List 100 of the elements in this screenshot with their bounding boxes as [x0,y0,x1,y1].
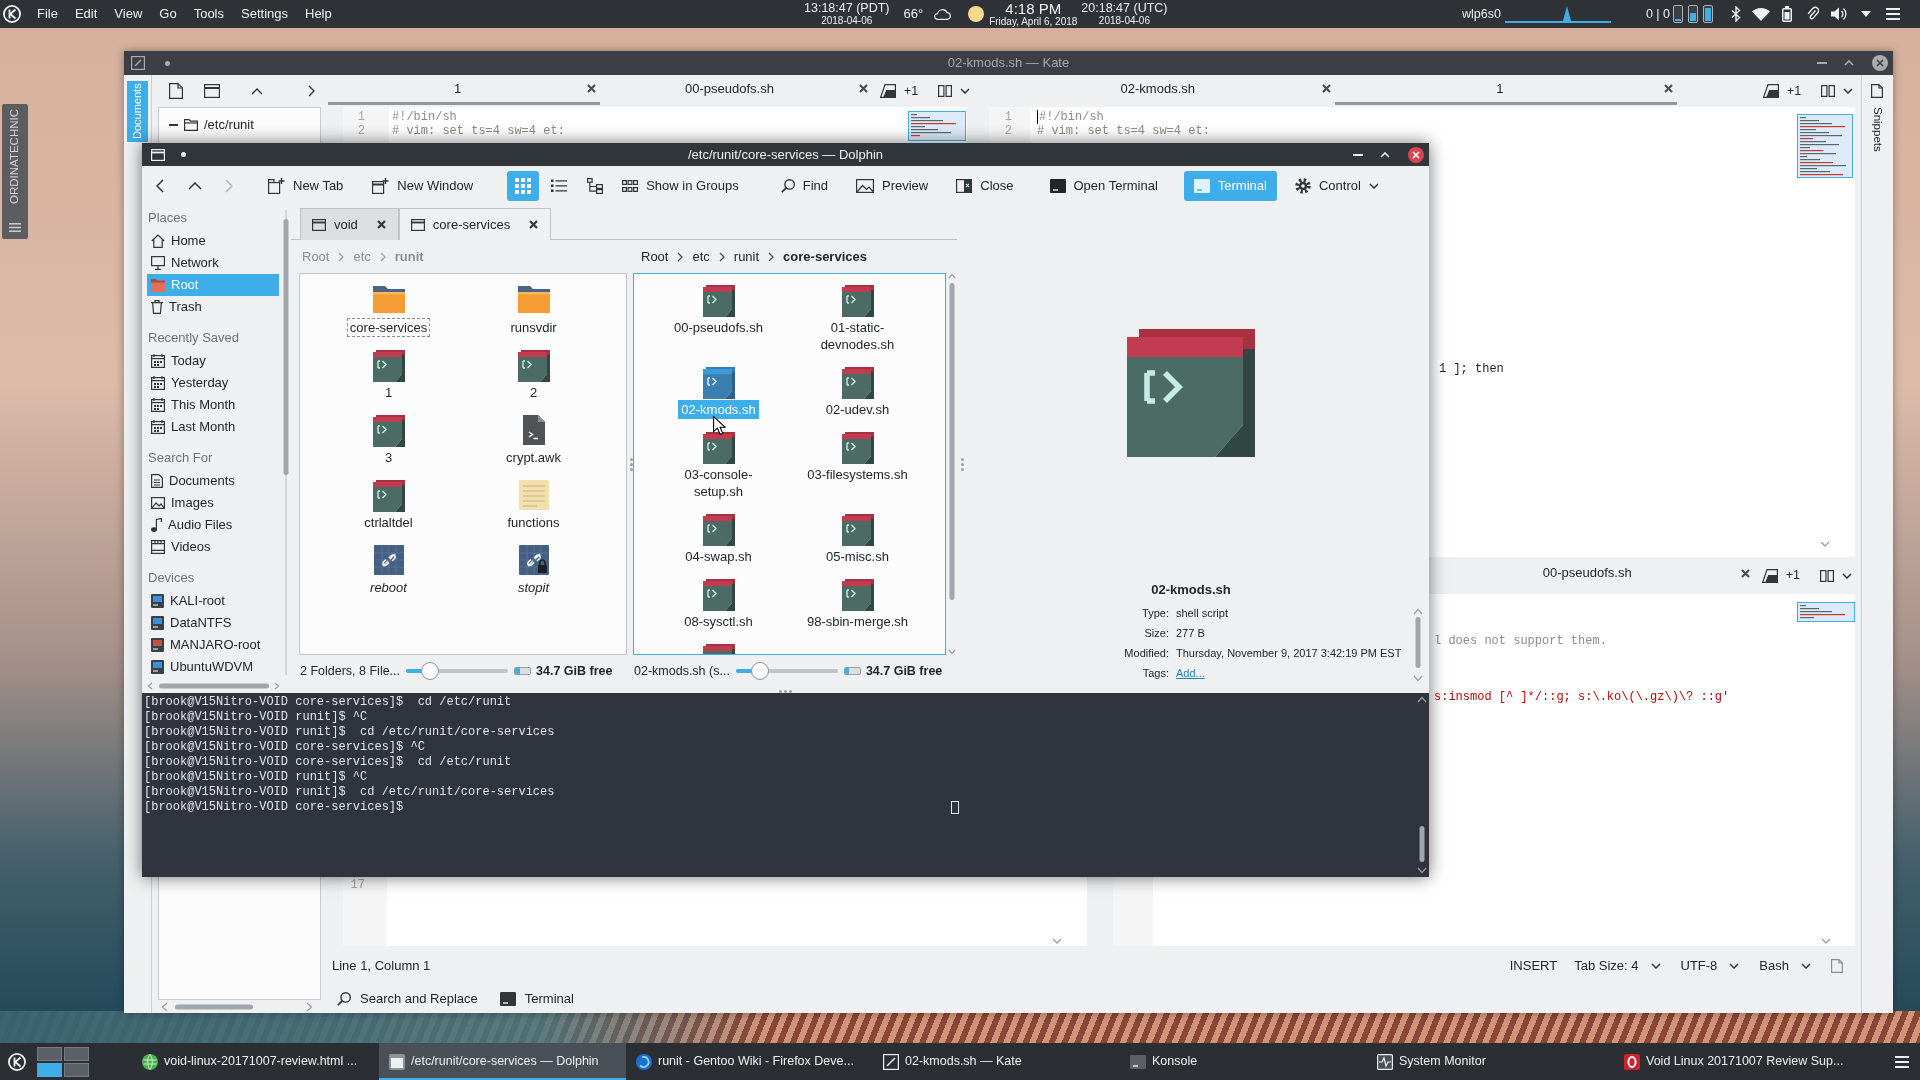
task-button[interactable]: void-linux-20171007-review.html ... [132,1043,379,1080]
chevron-down-icon[interactable] [960,88,971,94]
file-name[interactable]: functions [504,513,563,532]
new-document-icon[interactable] [169,83,183,99]
file-name[interactable]: 98-sbin-merge.sh [803,612,912,631]
chevron-right-icon[interactable] [308,85,315,97]
more-tabs-button[interactable]: +1 [1785,568,1800,583]
zoom-slider[interactable] [406,662,509,680]
file-name[interactable]: 1 [381,383,396,402]
tab[interactable]: 02-kmods.sh [993,75,1336,105]
menu-item[interactable]: Help [305,6,332,22]
script-icon[interactable] [841,432,874,464]
file-name[interactable]: 03-filesystems.sh [804,465,911,484]
file-name[interactable]: crypt.awk [503,448,564,467]
slider-handle[interactable] [421,662,440,680]
tab[interactable]: void [300,208,399,240]
slanted-page-icon[interactable] [1761,568,1778,583]
wifi-icon[interactable] [1752,7,1771,21]
logo-icon[interactable] [8,1052,26,1071]
columns-icon[interactable] [1820,569,1834,582]
dot-icon[interactable] [165,60,170,66]
file-name[interactable]: reboot [367,578,410,597]
slanted-page-icon[interactable] [1763,84,1779,98]
scrollbar[interactable] [948,273,956,655]
window-icon[interactable] [204,84,220,98]
caret-icon[interactable] [1861,11,1872,17]
places-item[interactable]: Trash [147,296,279,318]
file-name[interactable]: 02-udev.sh [822,400,893,419]
grip-icon[interactable] [961,457,964,471]
folder-icon[interactable] [372,285,405,313]
zoom-slider[interactable] [735,662,838,680]
script-icon[interactable] [841,514,874,546]
breadcrumb-item[interactable]: runit [733,249,760,265]
close-icon[interactable] [1408,146,1424,163]
toolbar-button[interactable]: Preview [850,170,935,201]
link-icon[interactable] [373,545,404,575]
dropdown-button[interactable]: UTF-8 [1680,957,1740,974]
desktop-thumbnail[interactable] [37,1046,62,1061]
file-name[interactable]: core-services [346,318,431,337]
toolbar-button[interactable]: New Window [366,170,480,201]
task-button[interactable]: /etc/runit/core-services — Dolphin [379,1043,626,1080]
file-name[interactable]: stopit [514,578,553,597]
close-icon[interactable] [1322,84,1332,93]
task-button[interactable]: Void Linux 20171007 Review Sup... [1614,1043,1861,1080]
task-button[interactable]: System Monitor [1367,1043,1614,1080]
prompt-file-icon[interactable] [522,415,545,445]
minimize-icon[interactable] [1353,153,1363,156]
file-name[interactable]: 05-misc.sh [823,547,892,566]
file-name[interactable]: 2 [526,383,541,402]
desktop-thumbnail[interactable] [37,1062,62,1077]
places-item[interactable]: This Month [147,394,279,416]
script-icon[interactable] [517,350,550,382]
file-name[interactable]: ctrlaltdel [361,513,416,532]
battery-icon[interactable] [1782,6,1793,22]
menu-item[interactable]: View [114,6,143,22]
places-item[interactable]: Images [147,492,279,514]
document-icon[interactable] [1831,958,1843,973]
file-name[interactable]: 04-swap.sh [682,547,755,566]
script-icon[interactable] [702,644,735,654]
sidebar-tab[interactable]: Snippets [1866,84,1889,156]
scrollbar[interactable] [282,210,290,675]
places-item[interactable]: Home [147,230,279,252]
menu-item[interactable]: Go [159,6,177,22]
scrollbar[interactable] [161,1002,313,1012]
menu-item[interactable]: File [37,6,58,22]
more-tabs-button[interactable]: +1 [1787,83,1802,99]
script-icon[interactable] [702,432,735,464]
file-name[interactable]: 08-sysctl.sh [681,612,756,631]
menu-icon[interactable] [1886,8,1901,20]
task-button[interactable]: Konsole [1120,1043,1367,1080]
minimap-drawing[interactable] [1796,602,1855,622]
scrollbar[interactable] [1413,608,1423,682]
chevron-down-icon[interactable] [1843,88,1854,94]
tool-view-button[interactable]: Terminal [495,991,578,1007]
file-name[interactable]: runsvdir [507,318,560,337]
script-icon[interactable] [372,350,405,382]
menu-item[interactable]: Settings [241,6,288,22]
desktop-thumbnail[interactable] [64,1046,89,1061]
tab[interactable]: 00-pseudofs.sh [600,75,872,105]
tags-link[interactable]: Add... [1176,663,1205,683]
places-item[interactable]: Network [147,252,279,274]
script-icon[interactable] [841,579,874,611]
tab[interactable]: core-services [398,208,552,240]
places-item[interactable]: Documents [147,470,279,492]
edit-mode[interactable]: INSERT [1509,957,1558,974]
places-item[interactable]: Yesterday [147,372,279,394]
toolbar-button[interactable]: Show in Groups [616,170,745,201]
places-item[interactable]: KALI-root [147,590,279,612]
toolbar-button[interactable]: Find [774,170,834,201]
places-item[interactable]: Audio Files [147,514,279,536]
script-icon[interactable] [702,285,735,317]
close-icon[interactable] [529,220,539,229]
toolbar-button[interactable]: Control [1288,170,1385,201]
slider-handle[interactable] [751,662,769,680]
script-icon[interactable] [702,579,735,611]
menu-item[interactable]: Edit [74,6,98,22]
menu-item[interactable]: Tools [193,6,224,22]
search-icon[interactable] [780,178,795,193]
tool-view-button[interactable]: Search and Replace [333,991,482,1007]
close-icon[interactable] [587,84,596,93]
